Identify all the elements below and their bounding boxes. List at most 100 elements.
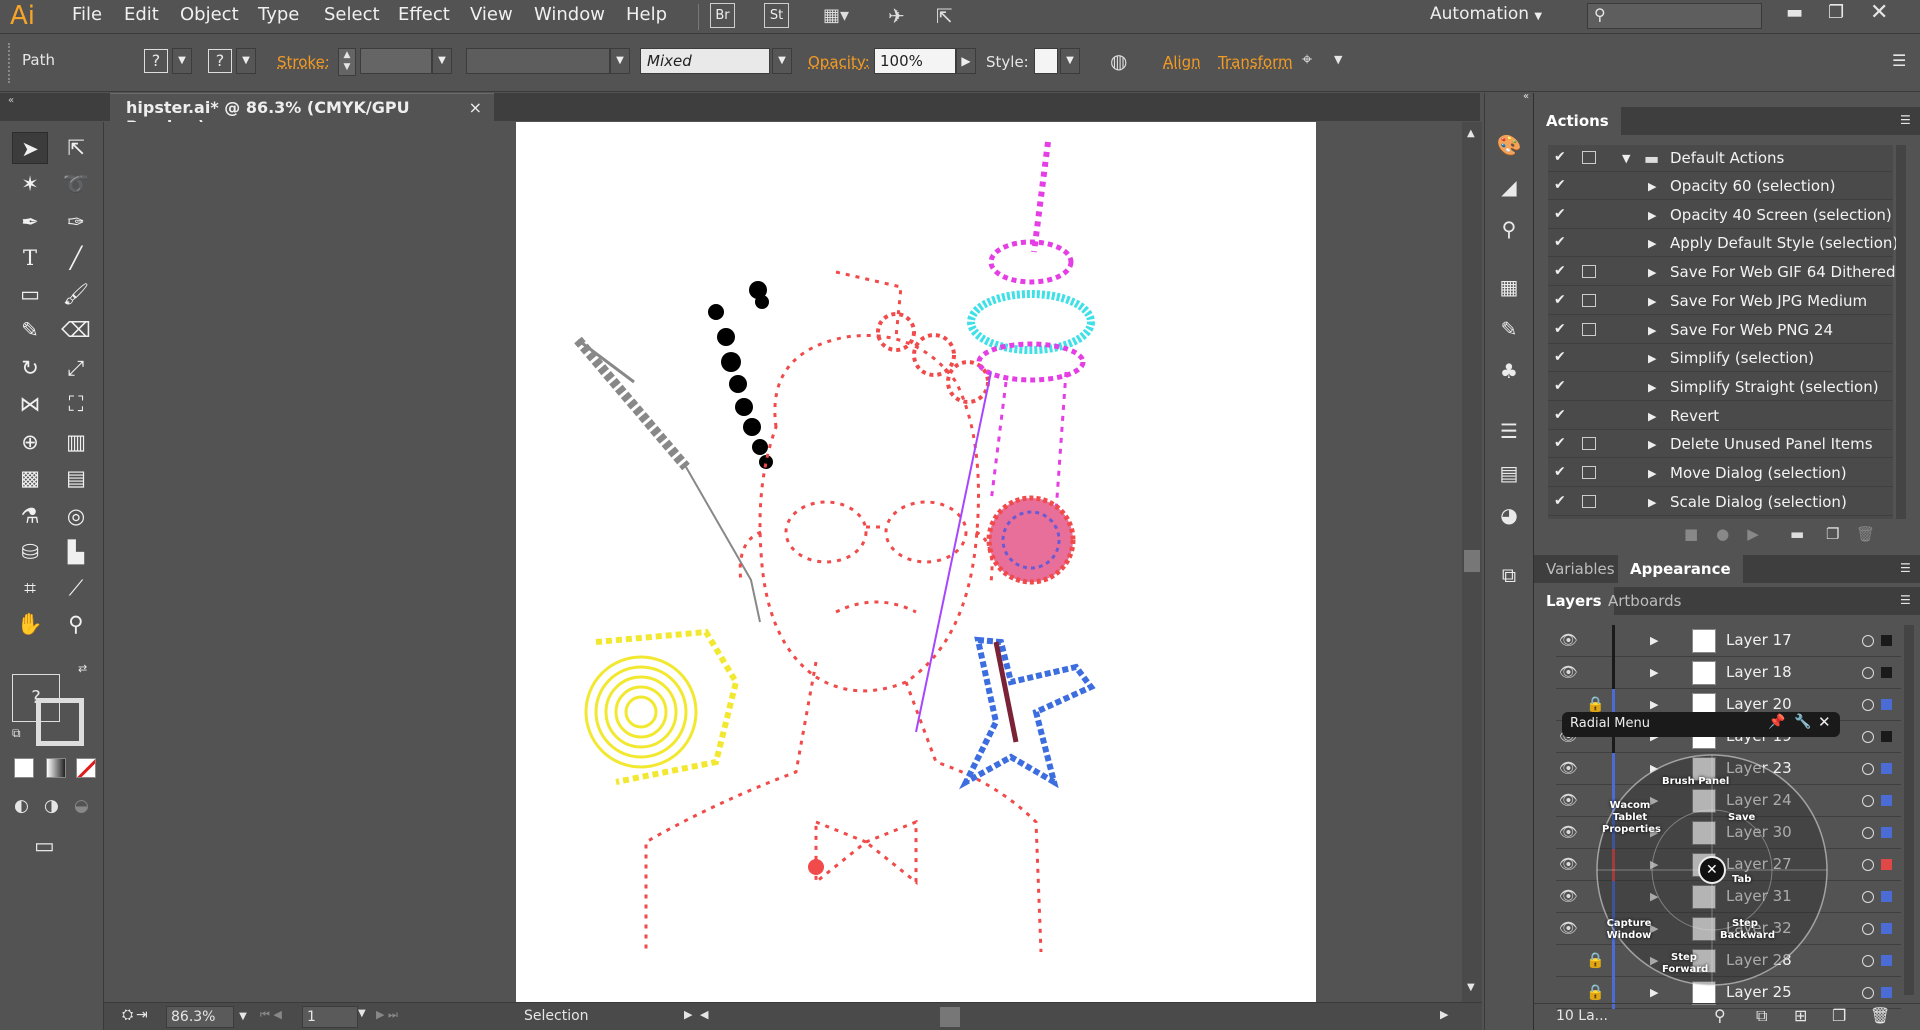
type-tool-icon[interactable]: T	[12, 242, 48, 274]
appearance-panel-icon[interactable]: ⚲	[1495, 215, 1523, 243]
target-icon[interactable]	[1862, 795, 1874, 807]
lock-icon[interactable]: 🔒	[1586, 695, 1605, 713]
style-dropdown[interactable]: ▼	[1060, 48, 1080, 74]
menu-object[interactable]: Object	[180, 4, 239, 25]
scroll-left-icon[interactable]: ◀	[700, 1008, 708, 1021]
selection-indicator[interactable]	[1881, 987, 1892, 998]
scale-tool-icon[interactable]: ⤢	[58, 352, 94, 384]
eyedropper-tool-icon[interactable]: ⚗	[12, 500, 48, 532]
menu-window[interactable]: Window	[534, 4, 605, 25]
search-input[interactable]: ⚲	[1587, 3, 1762, 29]
draw-behind-icon[interactable]: ◑	[44, 796, 59, 816]
recolor-artwork-icon[interactable]: ◍	[1110, 49, 1127, 73]
pen-tool-icon[interactable]: ✒	[12, 206, 48, 238]
menu-effect[interactable]: Effect	[398, 4, 450, 25]
expand-triangle-icon[interactable]: ▼	[1622, 152, 1630, 165]
color-mode-icon[interactable]	[14, 758, 34, 778]
dialog-toggle-icon[interactable]	[1582, 265, 1596, 279]
expand-triangle-icon[interactable]: ▶	[1650, 698, 1658, 711]
menu-file[interactable]: File	[72, 4, 102, 25]
action-row[interactable]: ✔ ▶ Delete Unused Panel Items	[1548, 431, 1893, 459]
scroll-right-icon[interactable]: ▶	[1440, 1008, 1448, 1021]
selection-indicator[interactable]	[1881, 667, 1892, 678]
horizontal-scroll-thumb[interactable]	[940, 1007, 960, 1027]
expand-triangle-icon[interactable]: ▶	[1648, 410, 1656, 423]
target-icon[interactable]	[1862, 827, 1874, 839]
gradient-panel-icon[interactable]: ◢	[1495, 173, 1523, 201]
stroke-color-dropdown[interactable]: ▼	[236, 48, 256, 74]
canvas-area[interactable]	[104, 122, 1462, 1002]
selection-indicator[interactable]	[1881, 699, 1892, 710]
minimize-icon[interactable]: ▬	[1786, 2, 1803, 23]
draw-normal-icon[interactable]: ◐	[14, 796, 29, 816]
export-icon[interactable]: ⇥	[136, 1007, 148, 1023]
menu-edit[interactable]: Edit	[124, 4, 159, 25]
appearance-menu-icon[interactable]: ☰	[1900, 561, 1911, 575]
radial-capture-window[interactable]: Capture Window	[1606, 918, 1652, 942]
layer-name[interactable]: Layer 18	[1726, 663, 1792, 681]
expand-triangle-icon[interactable]: ▶	[1650, 634, 1658, 647]
first-artboard-icon[interactable]: ⏮ ◀	[260, 1008, 282, 1022]
artboard[interactable]	[516, 122, 1316, 1002]
magic-wand-tool-icon[interactable]: ✶	[12, 168, 48, 200]
zoom-tool-icon[interactable]: ⚲	[58, 608, 94, 640]
scroll-down-icon[interactable]: ▼	[1467, 982, 1475, 993]
layers-scrollbar[interactable]	[1904, 625, 1914, 995]
variable-width-profile[interactable]	[466, 48, 610, 74]
artboard-dropdown[interactable]: ▼	[358, 1008, 366, 1019]
line-tool-icon[interactable]: ╱	[58, 242, 94, 274]
isolate-icon[interactable]: ⌖	[1302, 49, 1312, 70]
tab-variables[interactable]: Variables	[1534, 555, 1627, 583]
menu-type[interactable]: Type	[258, 4, 299, 25]
radial-wacom-properties[interactable]: Wacom Tablet Properties	[1602, 800, 1661, 836]
action-row[interactable]: ✔ ▶ Revert	[1548, 403, 1893, 430]
target-icon[interactable]	[1862, 763, 1874, 775]
layers-menu-icon[interactable]: ☰	[1900, 593, 1911, 607]
action-row[interactable]: ✔ ▶ Scale Dialog (selection)	[1548, 489, 1893, 516]
check-icon[interactable]: ✔	[1554, 407, 1566, 423]
stock-button[interactable]: St	[764, 3, 789, 28]
shape-builder-tool-icon[interactable]: ⊕	[12, 426, 48, 458]
symbol-sprayer-tool-icon[interactable]: ⛁	[12, 536, 48, 568]
target-icon[interactable]	[1862, 955, 1874, 967]
tab-appearance[interactable]: Appearance	[1618, 555, 1743, 583]
action-row[interactable]: ✔ ▶ Simplify Straight (selection)	[1548, 374, 1893, 401]
expand-triangle-icon[interactable]: ▶	[1648, 438, 1656, 451]
stroke-panel-icon[interactable]: ☰	[1495, 417, 1523, 445]
lasso-tool-icon[interactable]: ➰	[58, 168, 94, 200]
default-fill-stroke-icon[interactable]: ⧉	[12, 726, 21, 741]
pin-icon[interactable]: 📌	[1768, 714, 1785, 730]
expand-triangle-icon[interactable]: ▶	[1648, 237, 1656, 250]
panel-menu-icon[interactable]: ☰	[1892, 51, 1906, 70]
artboard-tool-icon[interactable]: ⌗	[12, 572, 48, 604]
selection-indicator[interactable]	[1881, 923, 1892, 934]
brushes-panel-icon[interactable]: ✎	[1495, 315, 1523, 343]
opacity-input[interactable]: 100%	[874, 48, 956, 74]
delete-action-icon[interactable]: 🗑	[1856, 525, 1875, 543]
action-set-row[interactable]: ✔ ▼ ▬ Default Actions	[1548, 145, 1893, 172]
expand-triangle-icon[interactable]: ▶	[1648, 324, 1656, 337]
graphic-styles-icon[interactable]: ◕	[1495, 501, 1523, 529]
layer-name[interactable]: Layer 17	[1726, 631, 1792, 649]
selection-indicator[interactable]	[1881, 955, 1892, 966]
selection-tool-icon[interactable]: ➤	[12, 132, 48, 164]
opacity-label[interactable]: Opacity:	[808, 53, 870, 71]
expand-triangle-icon[interactable]: ▶	[1648, 266, 1656, 279]
radial-center-close-icon[interactable]: ✕	[1706, 862, 1718, 878]
artboards-panel-icon[interactable]: ⧉	[1495, 561, 1523, 589]
action-row[interactable]: ✔ ▶ Save For Web PNG 24	[1548, 317, 1893, 344]
fill-swatch[interactable]: ?	[144, 49, 168, 73]
selection-indicator[interactable]	[1881, 635, 1892, 646]
stroke-weight-input[interactable]	[360, 48, 432, 74]
touch-workspace-icon[interactable]: ⇱	[936, 4, 953, 28]
action-row[interactable]: ✔ ▶ Save For Web GIF 64 Dithered	[1548, 259, 1895, 287]
screen-mode-icon[interactable]: ▭	[34, 834, 55, 859]
close-window-icon[interactable]: ✕	[1870, 0, 1888, 25]
target-icon[interactable]	[1862, 891, 1874, 903]
radial-close-icon[interactable]: ✕	[1818, 713, 1831, 731]
expand-triangle-icon[interactable]: ▶	[1648, 295, 1656, 308]
layer-row[interactable]: 👁 ▶ Layer 18	[1556, 657, 1901, 689]
hand-tool-icon[interactable]: ✋	[12, 608, 48, 640]
dialog-toggle-icon[interactable]	[1582, 293, 1596, 307]
check-icon[interactable]: ✔	[1554, 464, 1566, 480]
